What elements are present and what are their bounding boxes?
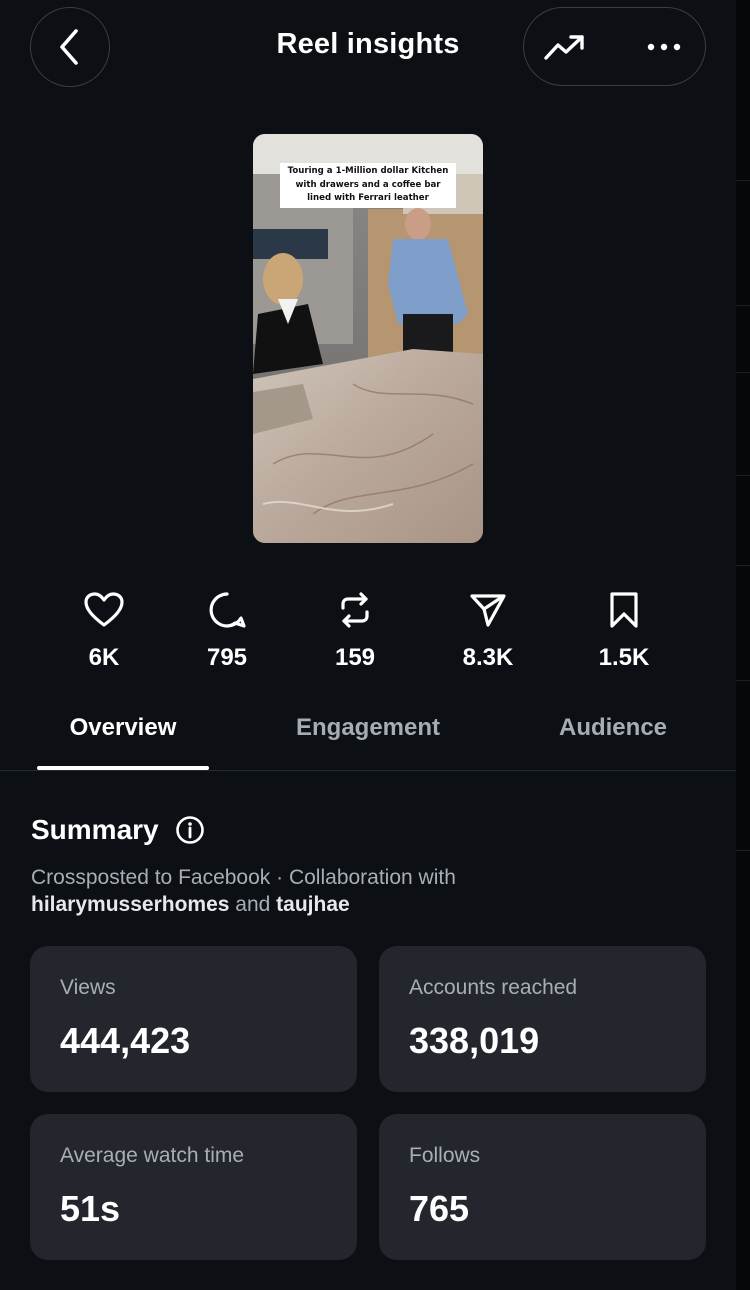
reel-insights-screen: Reel insights Touring a 1-Million dollar…: [0, 0, 736, 1290]
metric-card-average-watch-time[interactable]: Average watch time 51s: [30, 1114, 357, 1260]
metric-label: Average watch time: [60, 1144, 245, 1167]
share-icon: [470, 594, 506, 627]
comments-stat: 795: [172, 588, 282, 672]
shares-stat: 8.3K: [433, 588, 543, 672]
metric-label: Views: [60, 976, 116, 999]
reel-caption: Touring a 1-Million dollar Kitchen with …: [280, 163, 456, 208]
metric-card-views[interactable]: Views 444,423: [30, 946, 357, 1092]
summary-header: Summary: [31, 814, 205, 846]
trend-button[interactable]: [542, 28, 588, 66]
metric-value: 444,423: [60, 1020, 191, 1061]
info-icon: [175, 816, 204, 844]
insights-tabs: Overview Engagement Audience: [0, 700, 736, 771]
save-icon: [610, 592, 638, 628]
metric-value: 765: [409, 1188, 470, 1229]
more-horizontal-icon: [647, 43, 681, 51]
shares-count: 8.3K: [462, 644, 514, 671]
summary-title: Summary: [31, 814, 159, 845]
tab-overview[interactable]: Overview: [70, 714, 177, 742]
background-edge: [736, 0, 750, 1290]
crosspost-info: Crossposted to Facebook · Collaboration …: [31, 866, 456, 889]
top-bar: Reel insights: [0, 0, 736, 92]
reel-thumbnail[interactable]: Touring a 1-Million dollar Kitchen with …: [253, 134, 483, 543]
saves-count: 1.5K: [598, 644, 650, 671]
saves-stat: 1.5K: [569, 588, 679, 672]
active-tab-indicator: [37, 766, 209, 770]
likes-stat: 6K: [49, 588, 159, 672]
heart-icon: [84, 592, 124, 627]
metric-label: Follows: [409, 1144, 481, 1167]
tab-engagement[interactable]: Engagement: [296, 714, 440, 742]
comments-count: 795: [206, 644, 248, 671]
metric-card-follows[interactable]: Follows 765: [379, 1114, 706, 1260]
metric-card-accounts-reached[interactable]: Accounts reached 338,019: [379, 946, 706, 1092]
metric-value: 51s: [60, 1188, 121, 1229]
trending-up-icon: [544, 35, 584, 60]
more-options-button[interactable]: [644, 28, 684, 66]
metric-value: 338,019: [409, 1020, 540, 1061]
collaborator-joiner: and: [235, 893, 271, 916]
reposts-count: 159: [334, 644, 376, 671]
engagement-stats: 6K 795 159 8.3K 1.5K: [0, 588, 736, 678]
reposts-stat: 159: [300, 588, 410, 672]
collaborator-link[interactable]: hilarymusserhomes: [31, 893, 229, 916]
metric-label: Accounts reached: [409, 976, 578, 999]
summary-description: Crossposted to Facebook · Collaboration …: [31, 864, 691, 918]
info-button[interactable]: [175, 815, 205, 845]
collaborator-link[interactable]: taujhae: [276, 893, 350, 916]
repost-icon: [341, 592, 369, 628]
comment-icon: [209, 592, 246, 628]
header-actions: [523, 7, 706, 86]
likes-count: 6K: [88, 644, 120, 671]
tab-audience[interactable]: Audience: [559, 714, 667, 742]
